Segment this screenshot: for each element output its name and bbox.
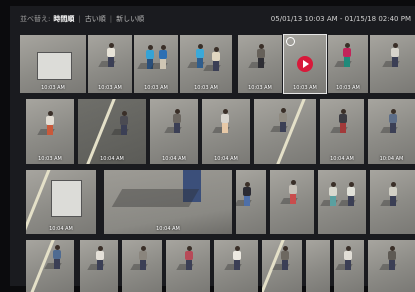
- thumbnail[interactable]: 10:04 AM: [320, 99, 364, 164]
- thumbnail[interactable]: 10:03 AM: [26, 99, 74, 164]
- cart-image: [36, 52, 72, 81]
- thumbnail[interactable]: 10:04 AM: [368, 99, 415, 164]
- timestamp: 10:03 AM: [248, 85, 272, 91]
- thumbnail[interactable]: [166, 240, 210, 292]
- timestamp: 10:03 AM: [41, 85, 65, 91]
- thumbnail[interactable]: 10:03 AM: [88, 35, 132, 93]
- timestamp: 10:03 AM: [293, 85, 317, 91]
- thumbnail[interactable]: 10:04 AM: [78, 99, 146, 164]
- timestamp: 10:04 AM: [100, 156, 124, 162]
- thumbnail[interactable]: [262, 240, 302, 292]
- thumbnail[interactable]: 10:03 AM: [134, 35, 178, 93]
- sort-toolbar: 並べ替え: 時間順 | 古い順 | 新しい順 05/01/13 10:03 AM…: [20, 8, 415, 30]
- thumbnail[interactable]: [270, 170, 314, 234]
- play-icon[interactable]: [297, 56, 313, 72]
- timestamp: 10:03 AM: [38, 156, 62, 162]
- thumbnail[interactable]: 10:03 AM: [328, 35, 368, 93]
- timestamp: 10:03 AM: [194, 85, 218, 91]
- timestamp: 10:03 AM: [336, 85, 360, 91]
- thumbnail[interactable]: [254, 99, 316, 164]
- thumbnail[interactable]: [214, 240, 258, 292]
- thumbnail[interactable]: [236, 170, 266, 234]
- date-range: 05/01/13 10:03 AM - 01/15/18 02:40 PM: [270, 15, 411, 23]
- timestamp: 10:04 AM: [330, 156, 354, 162]
- timestamp: 10:04 AM: [162, 156, 186, 162]
- thumbnail[interactable]: [122, 240, 162, 292]
- thumbnail[interactable]: [306, 240, 330, 292]
- timestamp: 10:04 AM: [214, 156, 238, 162]
- sort-option-oldest[interactable]: 古い順: [85, 14, 106, 24]
- thumbnail[interactable]: [80, 240, 118, 292]
- thumbnail[interactable]: [368, 240, 415, 292]
- separator: |: [78, 15, 81, 23]
- thumbnail[interactable]: [370, 170, 415, 234]
- thumbnail[interactable]: 10:03 AM: [238, 35, 282, 93]
- timestamp: 10:03 AM: [98, 85, 122, 91]
- timestamp: 10:03 AM: [144, 85, 168, 91]
- thumbnail[interactable]: [370, 35, 415, 93]
- thumbnail-large[interactable]: 10:04 AM: [104, 170, 232, 234]
- thumbnail[interactable]: 10:03 AM: [180, 35, 232, 93]
- sort-label: 並べ替え:: [20, 15, 51, 23]
- sort-option-time[interactable]: 時間順: [53, 14, 74, 24]
- thumbnail[interactable]: 10:03 AM: [20, 35, 86, 93]
- thumbnail[interactable]: 10:04 AM: [202, 99, 250, 164]
- timestamp: 10:04 AM: [156, 226, 180, 232]
- thumbnail[interactable]: [318, 170, 366, 234]
- cart-image: [50, 179, 82, 217]
- sort-option-newest[interactable]: 新しい順: [116, 14, 144, 24]
- thumbnail[interactable]: [334, 240, 364, 292]
- separator: |: [109, 15, 113, 23]
- thumbnail[interactable]: 10:04 AM: [150, 99, 198, 164]
- thumbnail-selected[interactable]: 10:03 AM: [283, 34, 327, 94]
- timestamp: 10:04 AM: [379, 156, 404, 162]
- timestamp: 10:04 AM: [49, 226, 73, 232]
- selected-indicator-icon: [286, 37, 295, 46]
- thumbnail[interactable]: [26, 240, 74, 292]
- thumbnail[interactable]: 10:04 AM: [26, 170, 96, 234]
